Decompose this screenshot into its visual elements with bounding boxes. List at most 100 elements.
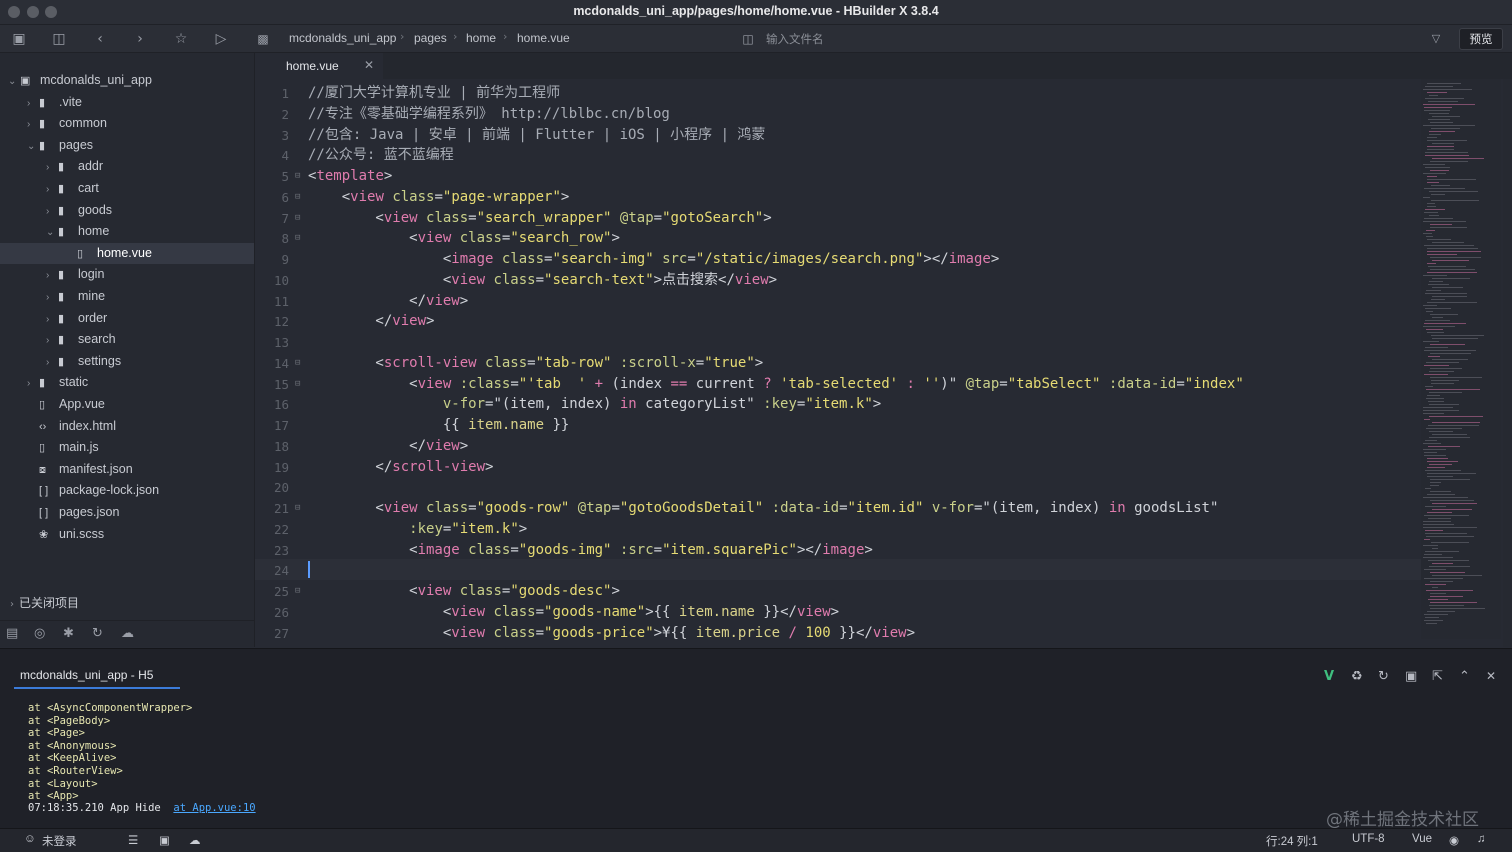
terminal-icon[interactable]: ▣ (159, 833, 170, 847)
tree-item[interactable]: › ▮ login (46, 264, 104, 285)
tree-item[interactable]: › ▮ goods (46, 200, 112, 221)
chevron-up-icon[interactable]: ⌃ (1459, 669, 1470, 684)
console-tab-label[interactable]: mcdonalds_uni_app - H5 (20, 668, 153, 682)
file-search-input[interactable]: 输入文件名 (766, 31, 824, 47)
feedback-icon[interactable]: ◉ (1449, 833, 1459, 847)
code-token: > (459, 292, 469, 309)
minimap-line (1431, 185, 1450, 186)
tree-item[interactable]: ❀ uni.scss (27, 524, 104, 545)
forward-icon[interactable]: › (131, 30, 149, 48)
code-text: <view class="page-wrapper"> (308, 187, 570, 208)
cursor-position[interactable]: 行:24 列:1 (1266, 833, 1318, 849)
tree-item-label: addr (78, 159, 104, 174)
language-mode[interactable]: Vue (1412, 833, 1432, 845)
code-editor[interactable]: 1 //厦门大学计算机专业 | 前华为工程师 2 //专注《零基础学编程系列》 htt… (255, 79, 1421, 647)
stop-icon[interactable]: ▣ (1405, 669, 1417, 684)
breadcrumb-project[interactable]: mcdonalds_uni_app (289, 31, 396, 45)
folder-icon[interactable]: ▤ (6, 626, 18, 641)
chevron-right-icon: › (46, 292, 50, 303)
tree-item[interactable]: ▯ home.vue (65, 243, 152, 264)
code-token: = (653, 541, 663, 558)
back-icon[interactable]: ‹ (91, 30, 109, 48)
minimap[interactable] (1421, 79, 1501, 639)
tree-item[interactable]: › ▮ mine (46, 286, 105, 307)
preview-button[interactable]: 预览 (1459, 28, 1503, 50)
code-token: item.name (678, 603, 755, 620)
debug-bug-icon[interactable]: ✱ (63, 626, 74, 641)
vue-logo-icon[interactable]: V (1324, 669, 1334, 684)
tree-item[interactable]: [ ] package-lock.json (27, 480, 159, 501)
fold-toggle-icon[interactable]: ⊟ (295, 353, 300, 374)
tree-item[interactable]: › ▮ search (46, 329, 116, 350)
line-number: 18 (273, 438, 289, 454)
clear-console-icon[interactable]: ♻ (1351, 669, 1363, 684)
minimap-line (1431, 299, 1445, 300)
tree-item[interactable]: [ ] pages.json (27, 502, 119, 523)
encoding[interactable]: UTF-8 (1352, 833, 1385, 845)
tree-item[interactable]: ⌄ ▮ pages (27, 135, 93, 156)
close-panel-icon[interactable]: ✕ (1486, 669, 1496, 683)
breadcrumb-file[interactable]: home.vue (517, 31, 570, 45)
user-icon[interactable]: ☺ (24, 833, 36, 845)
tree-item[interactable]: › ▮ static (27, 372, 88, 393)
fold-toggle-icon[interactable]: ⊟ (295, 166, 300, 187)
restart-icon[interactable]: ↻ (1378, 669, 1389, 684)
tree-item-label: static (59, 375, 89, 390)
tree-item[interactable]: › ▮ cart (46, 178, 99, 199)
tree-item[interactable]: ⌄ ▣ mcdonalds_uni_app (8, 70, 152, 91)
tree-item[interactable]: › ▮ order (46, 308, 107, 329)
tree-item[interactable]: ⧇ manifest.json (27, 459, 133, 480)
editor-scrollbar[interactable] (1503, 79, 1512, 647)
cloud-icon[interactable]: ☁ (121, 626, 134, 641)
console-source-link[interactable]: at App.vue:10 (173, 802, 255, 814)
minimap-line (1424, 212, 1438, 213)
fold-toggle-icon[interactable]: ⊟ (295, 187, 300, 208)
login-status[interactable]: 未登录 (42, 833, 77, 849)
fold-toggle-icon[interactable]: ⊟ (295, 228, 300, 249)
code-token: in (619, 396, 637, 413)
minimap-line (1427, 140, 1467, 141)
save-icon[interactable]: ◫ (50, 30, 68, 48)
outline-icon[interactable]: ☰ (128, 833, 138, 847)
git-icon[interactable]: ↻ (92, 626, 103, 641)
new-file-icon[interactable]: ▣ (10, 30, 28, 48)
code-token: view (451, 603, 486, 620)
fold-toggle-icon[interactable]: ⊟ (295, 581, 300, 602)
filter-icon[interactable]: ▽ (1427, 30, 1445, 48)
fold-toggle-icon[interactable]: ⊟ (295, 498, 300, 519)
tree-item[interactable]: ‹› index.html (27, 416, 116, 437)
cloud-icon[interactable]: ☁ (189, 833, 201, 847)
closed-projects-section[interactable]: › 已关闭项目 (10, 594, 79, 611)
json-file-icon: [ ] (39, 507, 49, 519)
code-token: = (999, 375, 1008, 392)
line-number: 6 (281, 189, 289, 205)
bell-icon[interactable]: ♫ (1477, 833, 1486, 845)
open-browser-icon[interactable]: ⇱ (1432, 669, 1443, 684)
tree-item[interactable]: › ▮ settings (46, 351, 121, 372)
tree-item[interactable]: › ▮ .vite (27, 92, 82, 113)
code-token: </ (308, 437, 427, 454)
minimap-line (1429, 191, 1478, 192)
tree-item[interactable]: ⌄ ▮ home (46, 221, 109, 242)
code-token: < (308, 271, 452, 288)
tree-item[interactable]: › ▮ common (27, 113, 107, 134)
tree-item[interactable]: › ▮ addr (46, 156, 103, 177)
search-binoculars-icon[interactable]: ◎ (34, 626, 45, 641)
code-token: class (459, 583, 502, 599)
fold-toggle-icon[interactable]: ⊟ (295, 208, 300, 229)
breadcrumb-pages[interactable]: pages (414, 31, 447, 45)
tree-item[interactable]: ▯ main.js (27, 437, 99, 458)
tab-home-vue[interactable]: home.vue ✕ (255, 53, 383, 80)
code-line: 1 //厦门大学计算机专业 | 前华为工程师 (255, 83, 1421, 104)
minimap-line (1427, 83, 1461, 84)
chevron-right-icon: › (10, 599, 14, 610)
tree-item[interactable]: ▯ App.vue (27, 394, 105, 415)
code-token: = (510, 375, 519, 392)
close-icon[interactable]: ✕ (364, 58, 374, 72)
bookmark-star-icon[interactable]: ☆ (172, 30, 190, 48)
code-token: ></ (923, 251, 949, 267)
breadcrumb-home[interactable]: home (466, 31, 496, 45)
fold-toggle-icon[interactable]: ⊟ (295, 374, 300, 395)
run-icon[interactable]: ▷ (212, 30, 230, 48)
